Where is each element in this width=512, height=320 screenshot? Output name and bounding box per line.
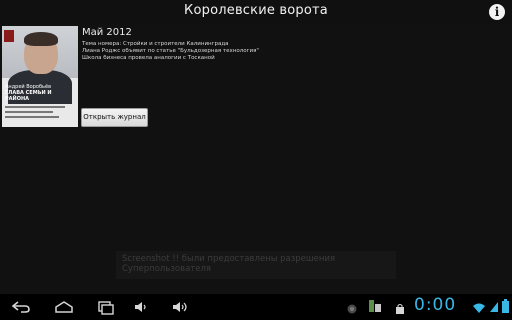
cover-logo xyxy=(4,30,14,42)
cover-text-lines xyxy=(5,106,75,121)
cover-headline: Андрей Воробьёв ГЛАВА СЕМЬИ И РАЙОНА xyxy=(5,84,75,102)
signal-icon xyxy=(489,298,499,317)
android-status-icon[interactable] xyxy=(346,300,358,319)
open-magazine-button[interactable]: Открыть журнал xyxy=(81,108,148,127)
action-bar: Королевские ворота i xyxy=(0,0,512,24)
volume-down-icon[interactable] xyxy=(133,299,149,315)
toast-text: Screenshot !! были предоставлены разреше… xyxy=(122,254,335,274)
issue-headlines: Тема номера: Стройки и строители Калинин… xyxy=(82,41,282,62)
home-icon[interactable] xyxy=(53,299,75,315)
notification-app-icon[interactable] xyxy=(368,298,382,318)
toast-notification: Screenshot !! были предоставлены разреше… xyxy=(116,251,396,279)
recent-apps-icon[interactable] xyxy=(95,299,117,315)
info-icon[interactable]: i xyxy=(489,4,505,20)
cover-portrait-hair xyxy=(24,32,58,46)
shopping-bag-icon[interactable] xyxy=(394,300,406,319)
status-clock[interactable]: 0:00 xyxy=(414,295,456,315)
issue-list: Андрей Воробьёв ГЛАВА СЕМЬИ И РАЙОНА Май… xyxy=(0,24,512,294)
issue-date: Май 2012 xyxy=(82,27,132,38)
system-navigation-bar: 0:00 xyxy=(0,294,512,320)
volume-up-icon[interactable] xyxy=(171,299,189,315)
app-title: Королевские ворота xyxy=(184,3,328,18)
back-icon[interactable] xyxy=(10,299,32,315)
toast-line: Screenshot !! были предоставлены разреше… xyxy=(122,254,336,264)
wifi-icon xyxy=(472,299,486,318)
toast-line: Суперпользователя xyxy=(122,264,212,274)
headline-item: Школа бизнеса провела аналогии с Тоскано… xyxy=(82,55,215,61)
magazine-cover-image[interactable]: Андрей Воробьёв ГЛАВА СЕМЬИ И РАЙОНА xyxy=(2,26,78,127)
headline-item: Тема номера: Стройки и строители Калинин… xyxy=(82,41,229,47)
cover-headline-text: ГЛАВА СЕМЬИ И РАЙОНА xyxy=(5,90,52,102)
headline-item: Лиана Роджс объявит по статье "Бульдозер… xyxy=(82,48,259,54)
battery-icon xyxy=(502,298,509,317)
